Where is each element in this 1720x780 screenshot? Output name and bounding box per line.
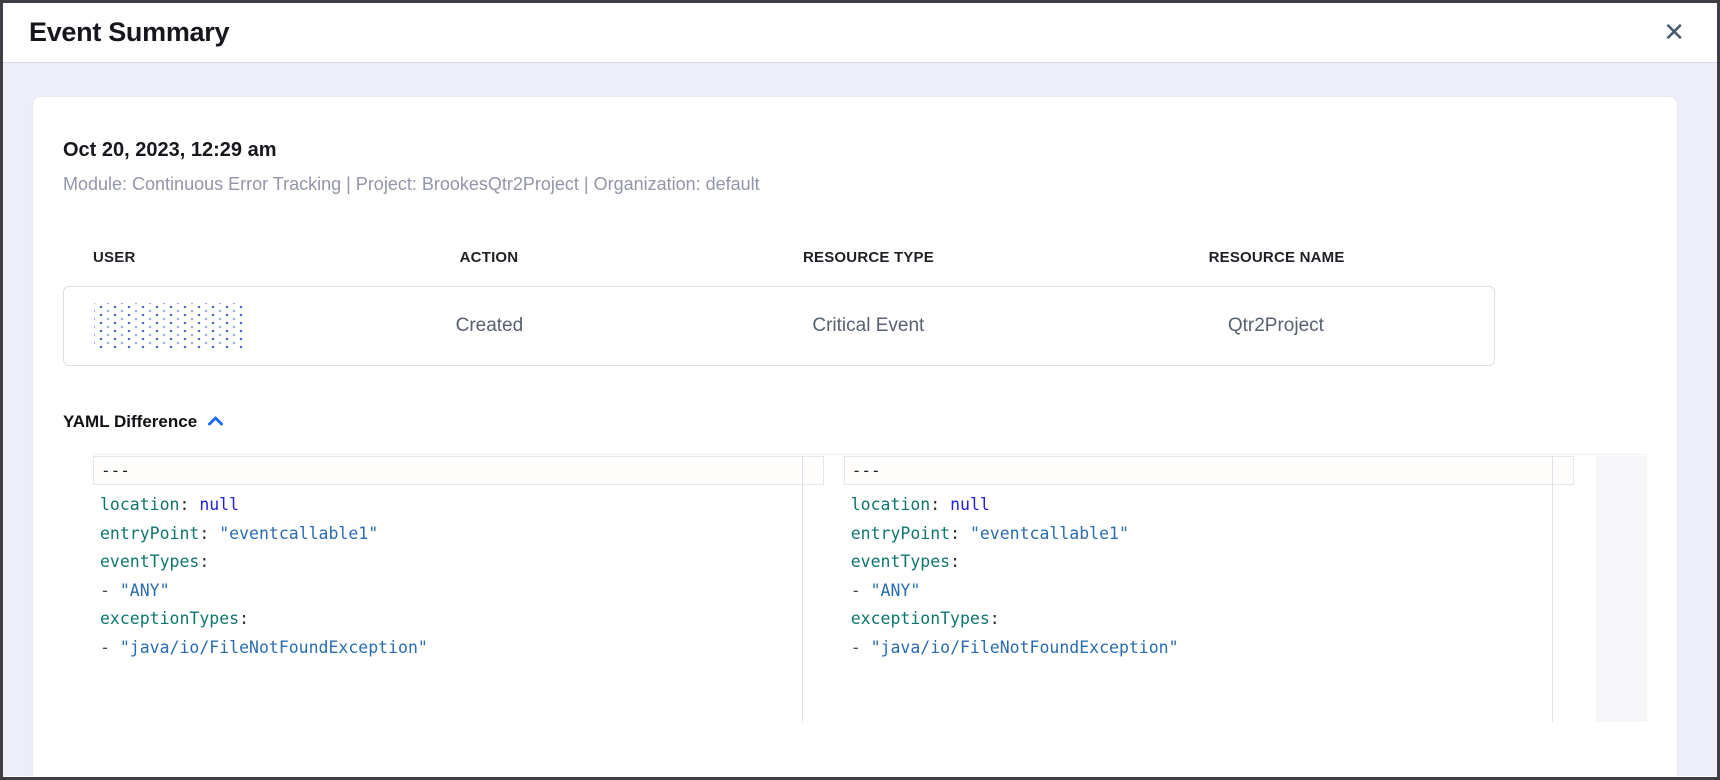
- yaml-code-line: location: null: [100, 491, 802, 520]
- redacted-user-pattern: [94, 303, 246, 349]
- column-header-action: ACTION: [299, 249, 678, 266]
- column-header-resource-name: RESOURCE NAME: [1058, 249, 1495, 266]
- event-table: USER ACTION RESOURCE TYPE RESOURCE NAME …: [63, 249, 1495, 366]
- yaml-code-line: entryPoint: "eventcallable1": [851, 520, 1553, 549]
- diff-scrollbar-track[interactable]: [1596, 456, 1647, 722]
- yaml-code-line: - "ANY": [100, 577, 802, 606]
- table-header-row: USER ACTION RESOURCE TYPE RESOURCE NAME: [63, 249, 1495, 266]
- close-icon[interactable]: ✕: [1657, 18, 1691, 48]
- yaml-diff-right-panel[interactable]: --- location: nullentryPoint: "eventcall…: [844, 456, 1575, 722]
- page-title: Event Summary: [29, 17, 229, 48]
- yaml-difference-label: YAML Difference: [63, 412, 197, 432]
- event-meta: Module: Continuous Error Tracking | Proj…: [63, 174, 1647, 195]
- user-cell: [64, 303, 300, 349]
- event-card: Oct 20, 2023, 12:29 am Module: Continuou…: [33, 97, 1677, 776]
- resource-name-cell: Qtr2Project: [1058, 315, 1494, 337]
- yaml-difference-section: YAML Difference --- location: nullentryP…: [63, 412, 1647, 722]
- event-summary-modal: Event Summary ✕ Oct 20, 2023, 12:29 am M…: [0, 0, 1720, 780]
- yaml-left-header-line: ---: [93, 456, 803, 485]
- yaml-right-scrollbar-gutter[interactable]: [1553, 485, 1574, 722]
- modal-header: Event Summary ✕: [3, 3, 1717, 63]
- yaml-left-scrollbar-gutter[interactable]: [803, 485, 824, 722]
- yaml-left-scroll-corner: [802, 456, 824, 485]
- modal-body: Oct 20, 2023, 12:29 am Module: Continuou…: [3, 63, 1717, 776]
- yaml-code-line: - "java/io/FileNotFoundException": [851, 634, 1553, 663]
- action-cell: Created: [300, 315, 679, 337]
- yaml-code-line: exceptionTypes:: [851, 605, 1553, 634]
- yaml-difference-toggle[interactable]: YAML Difference: [63, 412, 1647, 432]
- event-timestamp: Oct 20, 2023, 12:29 am: [63, 139, 1647, 162]
- yaml-right-code[interactable]: location: nullentryPoint: "eventcallable…: [844, 485, 1554, 722]
- yaml-code-line: entryPoint: "eventcallable1": [100, 520, 802, 549]
- yaml-left-code[interactable]: location: nullentryPoint: "eventcallable…: [93, 485, 803, 722]
- yaml-right-header-line: ---: [844, 456, 1554, 485]
- yaml-diff-left-panel[interactable]: --- location: nullentryPoint: "eventcall…: [93, 456, 824, 722]
- table-row: Created Critical Event Qtr2Project: [63, 286, 1495, 366]
- yaml-code-line: location: null: [851, 491, 1553, 520]
- yaml-code-line: exceptionTypes:: [100, 605, 802, 634]
- column-header-user: USER: [63, 249, 299, 266]
- yaml-diff-panels: --- location: nullentryPoint: "eventcall…: [93, 454, 1647, 722]
- column-header-resource-type: RESOURCE TYPE: [679, 249, 1058, 266]
- resource-type-cell: Critical Event: [679, 315, 1058, 337]
- yaml-right-scroll-corner: [1552, 456, 1574, 485]
- yaml-code-line: - "ANY": [851, 577, 1553, 606]
- chevron-up-icon[interactable]: [207, 414, 224, 432]
- yaml-code-line: - "java/io/FileNotFoundException": [100, 634, 802, 663]
- yaml-code-line: eventTypes:: [851, 548, 1553, 577]
- yaml-code-line: eventTypes:: [100, 548, 802, 577]
